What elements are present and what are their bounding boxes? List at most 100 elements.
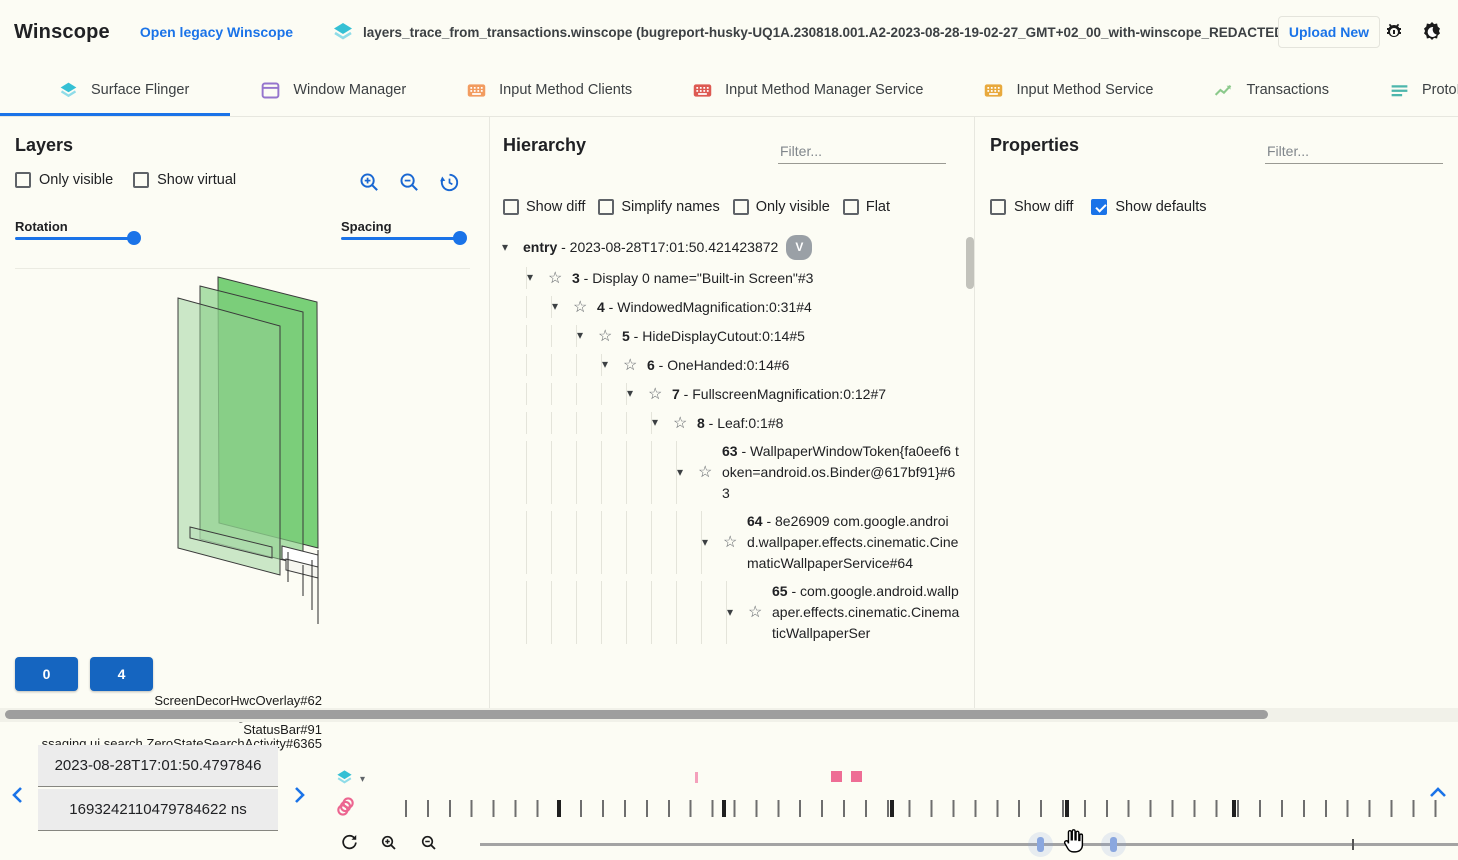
tab-transactions[interactable]: Transactions [1183,64,1358,116]
simplify-names-checkbox[interactable] [598,199,614,215]
trace-file-name: layers_trace_from_transactions.winscope … [363,25,1278,40]
pin-star-icon[interactable] [698,462,722,483]
v-badge: V [786,235,812,260]
refresh-icon[interactable] [340,833,359,855]
bold-tick[interactable] [557,800,561,817]
collapse-arrow-icon[interactable] [627,383,648,405]
winscope-trace-icon [331,20,355,44]
pin-star-icon[interactable] [723,532,747,553]
pin-star-icon[interactable] [673,413,697,434]
tab-surface-flinger[interactable]: Surface Flinger [0,64,230,116]
pin-star-icon[interactable] [623,355,647,376]
tab-protolog[interactable]: ProtoLog [1359,64,1458,116]
tree-node-label: 3 - Display 0 name="Built-in Screen"#3 [572,268,813,289]
properties-filter-input[interactable] [1265,139,1443,164]
pin-star-icon[interactable] [573,297,597,318]
only-visible-checkbox[interactable] [15,172,31,188]
collapse-arrow-icon[interactable] [527,267,548,289]
zoom-slider-left-handle[interactable] [1037,837,1044,852]
tree-row-8[interactable]: 8 - Leaf:0:1#8 [502,412,960,434]
zoom-in-icon[interactable] [358,171,381,197]
rings-icon[interactable] [335,796,356,817]
tree-node-label: 63 - WallpaperWindowToken{fa0eef6 token=… [722,441,960,504]
expand-timeline-chevron-icon[interactable] [1428,786,1448,800]
trace-entries-ruler[interactable] [405,800,1455,817]
collapse-arrow-icon[interactable] [727,602,748,624]
layer-label[interactable]: ScreenDecorHwcOverlay#62 [14,693,322,708]
bold-tick[interactable] [890,800,894,817]
tree-row-64[interactable]: 64 - 8e26909 com.google.android.wallpape… [502,511,960,574]
display-button-4[interactable]: 4 [90,657,153,691]
show-diff-label: Show diff [526,199,585,215]
collapse-arrow-icon[interactable] [577,325,598,347]
collapse-arrow-icon[interactable] [502,237,523,259]
restore-view-icon[interactable] [438,171,461,197]
bold-tick[interactable] [722,800,726,817]
horizontal-scrollbar-track[interactable] [0,708,1458,722]
upload-new-button[interactable]: Upload New [1278,16,1380,48]
keyboard-orange-icon [466,80,487,101]
collapse-arrow-icon[interactable] [552,296,573,318]
show-diff-checkbox[interactable] [503,199,519,215]
collapse-arrow-icon[interactable] [602,354,623,376]
layers-3d-scene[interactable] [0,260,490,640]
rotation-slider[interactable] [15,237,140,240]
tree-row-63[interactable]: 63 - WallpaperWindowToken{fa0eef6 token=… [502,441,960,504]
spacing-slider-label: Spacing [341,219,392,234]
tree-row-3[interactable]: 3 - Display 0 name="Built-in Screen"#3 [502,267,960,289]
tree-row-6[interactable]: 6 - OneHanded:0:14#6 [502,354,960,376]
hierarchy-filter-input[interactable] [778,139,946,164]
loaded-trace-file: layers_trace_from_transactions.winscope … [331,20,1278,44]
rotation-slider-label: Rotation [15,219,68,234]
tab-window-manager[interactable]: Window Manager [230,64,436,116]
tree-scrollbar[interactable] [966,237,974,289]
tab-input-method-manager-service[interactable]: Input Method Manager Service [662,64,953,116]
show-diff-checkbox[interactable] [990,199,1006,215]
list-lines-icon [1389,80,1410,101]
zoom-out-icon[interactable] [420,834,438,855]
show-defaults-checkbox[interactable] [1091,199,1107,215]
open-legacy-link[interactable]: Open legacy Winscope [140,24,293,40]
tree-row-65[interactable]: 65 - com.google.android.wallpaper.effect… [502,581,960,644]
pin-star-icon[interactable] [748,602,772,623]
transition-marker[interactable] [695,772,698,783]
spacing-slider-thumb[interactable] [453,231,467,245]
trace-selector-caret-icon[interactable] [360,774,365,785]
flat-checkbox[interactable] [843,199,859,215]
zoom-out-icon[interactable] [398,171,421,197]
next-entry-chevron-icon[interactable] [291,785,307,805]
pin-star-icon[interactable] [598,326,622,347]
collapse-arrow-icon[interactable] [702,532,723,554]
collapse-arrow-icon[interactable] [677,462,698,484]
show-virtual-checkbox[interactable] [133,172,149,188]
zoom-in-icon[interactable] [380,834,398,855]
layers-icon[interactable] [335,768,354,787]
bold-tick[interactable] [1232,800,1236,817]
collapse-arrow-icon[interactable] [652,412,673,434]
display-button-0[interactable]: 0 [15,657,78,691]
bug-report-icon[interactable] [1382,20,1406,44]
tree-row-5[interactable]: 5 - HideDisplayCutout:0:14#5 [502,325,960,347]
window-icon [260,80,281,101]
tree-row-entry[interactable]: entry - 2023-08-28T17:01:50.421423872V [502,235,960,260]
bold-tick[interactable] [1065,800,1069,817]
timestamp-human-input[interactable] [38,745,278,787]
timestamp-ns-input[interactable] [38,789,278,831]
transition-marker[interactable] [831,771,842,782]
pin-star-icon[interactable] [548,268,572,289]
rotation-slider-thumb[interactable] [127,231,141,245]
spacing-slider[interactable] [341,237,465,240]
transition-marker[interactable] [851,771,862,782]
only-visible-checkbox[interactable] [733,199,749,215]
tree-row-7[interactable]: 7 - FullscreenMagnification:0:12#7 [502,383,960,405]
pin-star-icon[interactable] [648,384,672,405]
tab-input-method-clients[interactable]: Input Method Clients [436,64,662,116]
tree-row-4[interactable]: 4 - WindowedMagnification:0:31#4 [502,296,960,318]
hierarchy-tree: entry - 2023-08-28T17:01:50.421423872V 3… [502,235,960,708]
prev-entry-chevron-icon[interactable] [10,785,26,805]
zoom-slider-right-handle[interactable] [1110,837,1117,852]
dark-mode-icon[interactable] [1420,20,1444,44]
timeline-zoom-slider[interactable] [480,843,1458,846]
tab-input-method-service[interactable]: Input Method Service [953,64,1183,116]
horizontal-scrollbar-thumb[interactable] [5,710,1268,719]
